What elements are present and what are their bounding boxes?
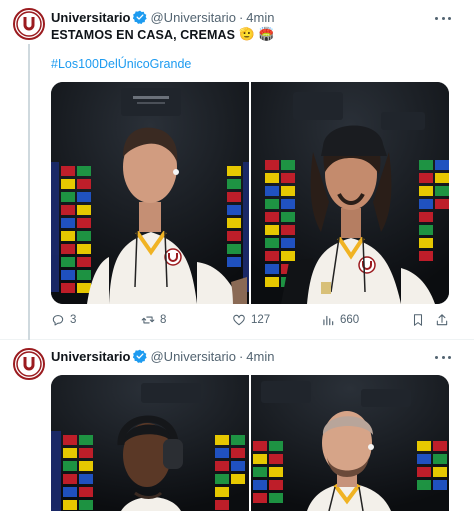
author-handle[interactable]: @Universitario: [150, 349, 235, 364]
more-dots-icon: [435, 355, 438, 359]
repost-button[interactable]: 8: [141, 313, 166, 327]
views-button[interactable]: 660: [321, 313, 359, 327]
share-button[interactable]: [435, 313, 449, 327]
universitario-crest-icon: [16, 351, 42, 377]
bookmark-button[interactable]: [411, 313, 425, 327]
share-icon: [436, 314, 448, 326]
author-name[interactable]: Universitario: [51, 349, 130, 364]
reply-button[interactable]: 3: [51, 313, 76, 327]
action-bar: 3 8 127 660: [51, 313, 449, 331]
media-grid: [51, 375, 449, 511]
separator-dot: ·: [238, 348, 244, 364]
timestamp[interactable]: 4min: [246, 10, 274, 25]
universitario-crest-icon: [16, 11, 42, 37]
more-dot: [448, 16, 451, 20]
heart-icon: [233, 314, 245, 326]
more-options-button[interactable]: [435, 10, 451, 26]
avatar[interactable]: [13, 348, 45, 380]
avatar[interactable]: [13, 8, 45, 40]
reply-icon: [52, 315, 64, 326]
tweet[interactable]: Universitario @Universitario · 4min ESTA…: [0, 0, 474, 340]
like-button[interactable]: 127: [232, 313, 270, 327]
thread-line: [28, 44, 30, 340]
author-name[interactable]: Universitario: [51, 10, 130, 25]
media-grid: [51, 82, 449, 304]
player-photo-1[interactable]: [51, 82, 249, 304]
more-dot: [441, 355, 445, 359]
tweet-header: Universitario @Universitario · 4min: [51, 347, 274, 365]
player-photo-4[interactable]: [251, 375, 449, 511]
bookmark-icon: [413, 314, 423, 326]
tweet-text: ESTAMOS EN CASA, CREMAS 🫡 🏟️: [51, 27, 274, 42]
salute-emoji: 🫡: [239, 27, 255, 41]
separator-dot: ·: [238, 9, 244, 25]
verified-badge-icon: [133, 10, 147, 24]
verified-badge-icon: [133, 349, 147, 363]
author-handle[interactable]: @Universitario: [150, 10, 235, 25]
more-dot: [448, 355, 451, 359]
views-icon: [323, 315, 334, 326]
repost-count: 8: [160, 314, 167, 326]
more-dots-icon: [435, 16, 438, 20]
tweet-header: Universitario @Universitario · 4min: [51, 8, 274, 26]
player-photo-2[interactable]: [251, 82, 449, 304]
tweet-text-body: ESTAMOS EN CASA, CREMAS: [51, 27, 236, 42]
stadium-emoji: 🏟️: [258, 27, 275, 41]
hashtag-link[interactable]: #Los100DelÚnicoGrande: [51, 57, 191, 71]
views-count: 660: [340, 314, 360, 326]
tweet[interactable]: Universitario @Universitario · 4min: [0, 341, 474, 511]
reply-count: 3: [70, 314, 77, 326]
repost-icon: [141, 316, 155, 324]
player-photo-3[interactable]: [51, 375, 249, 511]
like-count: 127: [251, 314, 271, 326]
timestamp[interactable]: 4min: [246, 349, 274, 364]
more-options-button[interactable]: [435, 349, 451, 365]
more-dot: [441, 16, 445, 20]
